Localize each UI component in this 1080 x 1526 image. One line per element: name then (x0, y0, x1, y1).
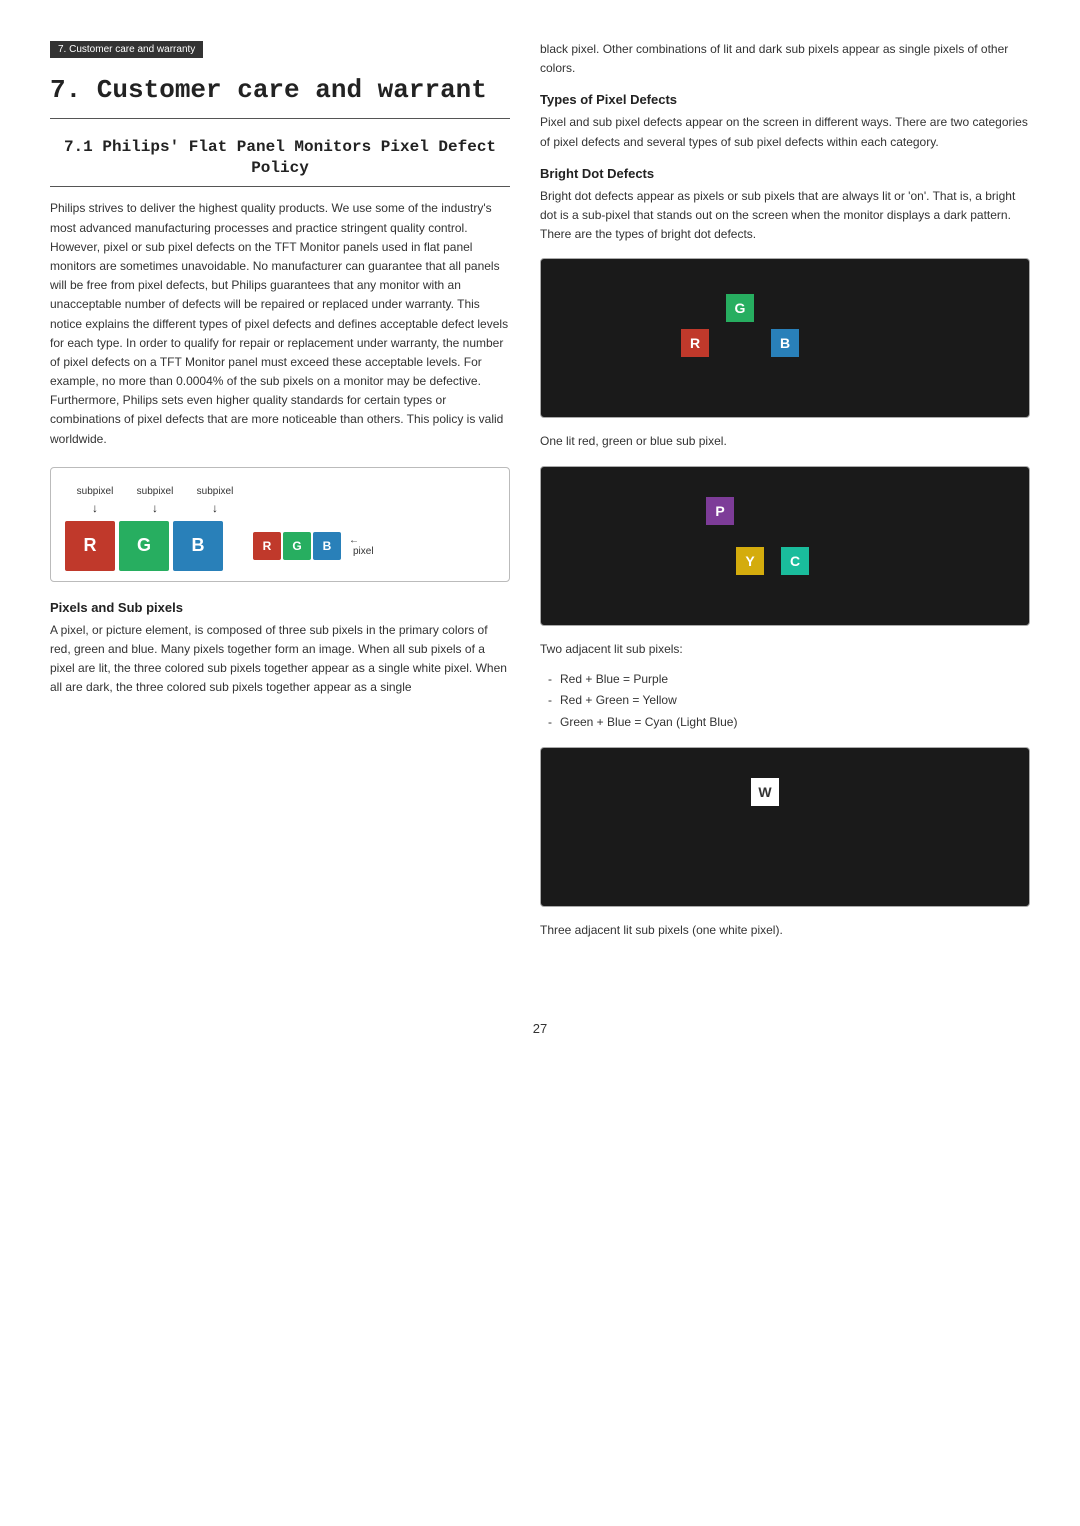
adjacent-item-3: Green + Blue = Cyan (Light Blue) (548, 712, 1030, 734)
dot-c: C (781, 547, 809, 575)
dot-w: W (751, 778, 779, 806)
adjacent-item-1: Red + Blue = Purple (548, 669, 1030, 691)
right-column: black pixel. Other combinations of lit a… (540, 40, 1030, 951)
types-title: Types of Pixel Defects (540, 92, 1030, 107)
bright-dot-text: Bright dot defects appear as pixels or s… (540, 187, 1030, 245)
subpixel-label-3: subpixel (185, 486, 245, 497)
arrow-1: ↓ (65, 501, 125, 515)
dot-r: R (681, 329, 709, 357)
pixel-small-green: G (283, 532, 311, 560)
arrow-2: ↓ (125, 501, 185, 515)
types-text: Pixel and sub pixel defects appear on th… (540, 113, 1030, 151)
page-number: 27 (0, 1021, 1080, 1036)
pixel-small-blue: B (313, 532, 341, 560)
dot-y: Y (736, 547, 764, 575)
breadcrumb: 7. Customer care and warranty (50, 41, 203, 58)
right-continue-text: black pixel. Other combinations of lit a… (540, 40, 1030, 78)
rgb-bright-dot-diagram: R G B (540, 258, 1030, 418)
two-adjacent-title: Two adjacent lit sub pixels: (540, 640, 1030, 659)
dot-b: B (771, 329, 799, 357)
one-lit-caption: One lit red, green or blue sub pixel. (540, 432, 1030, 451)
intro-text: Philips strives to deliver the highest q… (50, 199, 510, 448)
subpixel-diagram: subpixel subpixel subpixel ↓ ↓ ↓ R G B R… (50, 467, 510, 582)
pixel-small-red: R (253, 532, 281, 560)
left-column: 7. Customer care and warranty 7. Custome… (50, 40, 510, 951)
subpixel-arrows: ↓ ↓ ↓ (65, 501, 495, 515)
subsection-title: 7.1 Philips' Flat Panel Monitors Pixel D… (50, 137, 510, 188)
pixels-sub-title: Pixels and Sub pixels (50, 600, 510, 615)
adjacent-item-2: Red + Green = Yellow (548, 690, 1030, 712)
pixels-sub-text: A pixel, or picture element, is composed… (50, 621, 510, 698)
section-title: 7. Customer care and warrant (50, 74, 510, 119)
subpixel-labels: subpixel subpixel subpixel (65, 486, 495, 497)
subpixel-label-1: subpixel (65, 486, 125, 497)
white-bright-dot-diagram: W (540, 747, 1030, 907)
pixel-label: pixel (353, 546, 374, 557)
rgb-boxes-large: R G B (65, 521, 223, 571)
subpixel-label-2: subpixel (125, 486, 185, 497)
dot-g: G (726, 294, 754, 322)
blue-box: B (173, 521, 223, 571)
red-box: R (65, 521, 115, 571)
bright-dot-title: Bright Dot Defects (540, 166, 1030, 181)
adjacent-list: Red + Blue = Purple Red + Green = Yellow… (540, 669, 1030, 734)
green-box: G (119, 521, 169, 571)
pyc-bright-dot-diagram: P Y C (540, 466, 1030, 626)
three-adjacent-caption: Three adjacent lit sub pixels (one white… (540, 921, 1030, 940)
subpixel-row: R G B R G B ← pixel (65, 521, 495, 571)
arrow-3: ↓ (185, 501, 245, 515)
dot-p: P (706, 497, 734, 525)
